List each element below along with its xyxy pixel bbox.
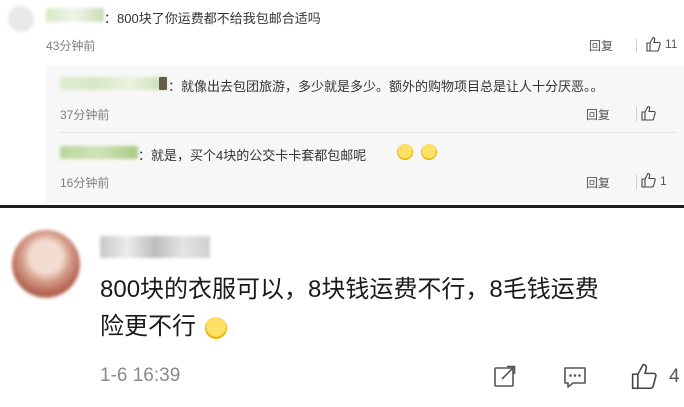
reply-username-blurred[interactable] <box>60 77 166 90</box>
share-icon[interactable] <box>492 363 518 389</box>
comment-line-1: 800块的衣服可以，8块钱运费不行，8毛钱运费 <box>100 276 599 303</box>
comment-time: 1-6 16:39 <box>100 365 181 386</box>
comment-time: 43分钟前 <box>46 39 96 53</box>
reply-button[interactable]: 回复 <box>586 106 610 123</box>
comment-text: ：800块了你运费都不给我包邮合适吗 <box>104 11 321 26</box>
weibo-comment-thread: ：800块了你运费都不给我包邮合适吗 43分钟前 回复 11 ：就像出去包团旅游… <box>0 0 684 205</box>
laugh-cry-emoji-icon <box>204 316 227 339</box>
reply-button[interactable]: 回复 <box>589 37 613 54</box>
emoji-icon <box>397 144 413 160</box>
thumbs-up-icon[interactable] <box>640 172 656 188</box>
action-separator <box>636 175 637 189</box>
reply-text: ：就像出去包团旅游，多少就是多少。额外的购物项目总是让人十分厌恶。。 <box>168 79 604 94</box>
avatar-blurred[interactable] <box>12 230 80 298</box>
thumbs-up-icon[interactable] <box>640 105 656 121</box>
thumbs-up-icon[interactable] <box>645 36 661 52</box>
comment-line-2: 险更不行 <box>100 309 227 345</box>
username-blurred[interactable] <box>46 8 104 22</box>
like-count: 4 <box>669 366 680 387</box>
comment-icon[interactable] <box>562 364 588 390</box>
username-blurred[interactable] <box>100 236 210 258</box>
main-comment: 800块的衣服可以，8块钱运费不行，8毛钱运费 险更不行 1-6 16:39 4 <box>0 208 684 407</box>
user-badge-icon <box>159 77 167 90</box>
emoji-icon <box>421 144 437 160</box>
avatar-blurred <box>8 6 34 32</box>
reply-username-blurred[interactable] <box>60 146 138 159</box>
thumbs-up-icon[interactable] <box>630 362 658 390</box>
action-separator <box>636 107 637 121</box>
comment-line-2-text: 险更不行 <box>100 313 196 340</box>
action-separator <box>636 38 637 52</box>
like-count: 11 <box>665 37 678 51</box>
like-count: 1 <box>660 174 667 188</box>
reply-text: ：就是，买个4块的公交卡卡套都包邮呢 <box>138 148 367 163</box>
reply-button[interactable]: 回复 <box>586 174 610 191</box>
reply-divider <box>60 132 676 133</box>
reply-time: 37分钟前 <box>60 108 110 122</box>
reply-time: 16分钟前 <box>60 176 110 190</box>
